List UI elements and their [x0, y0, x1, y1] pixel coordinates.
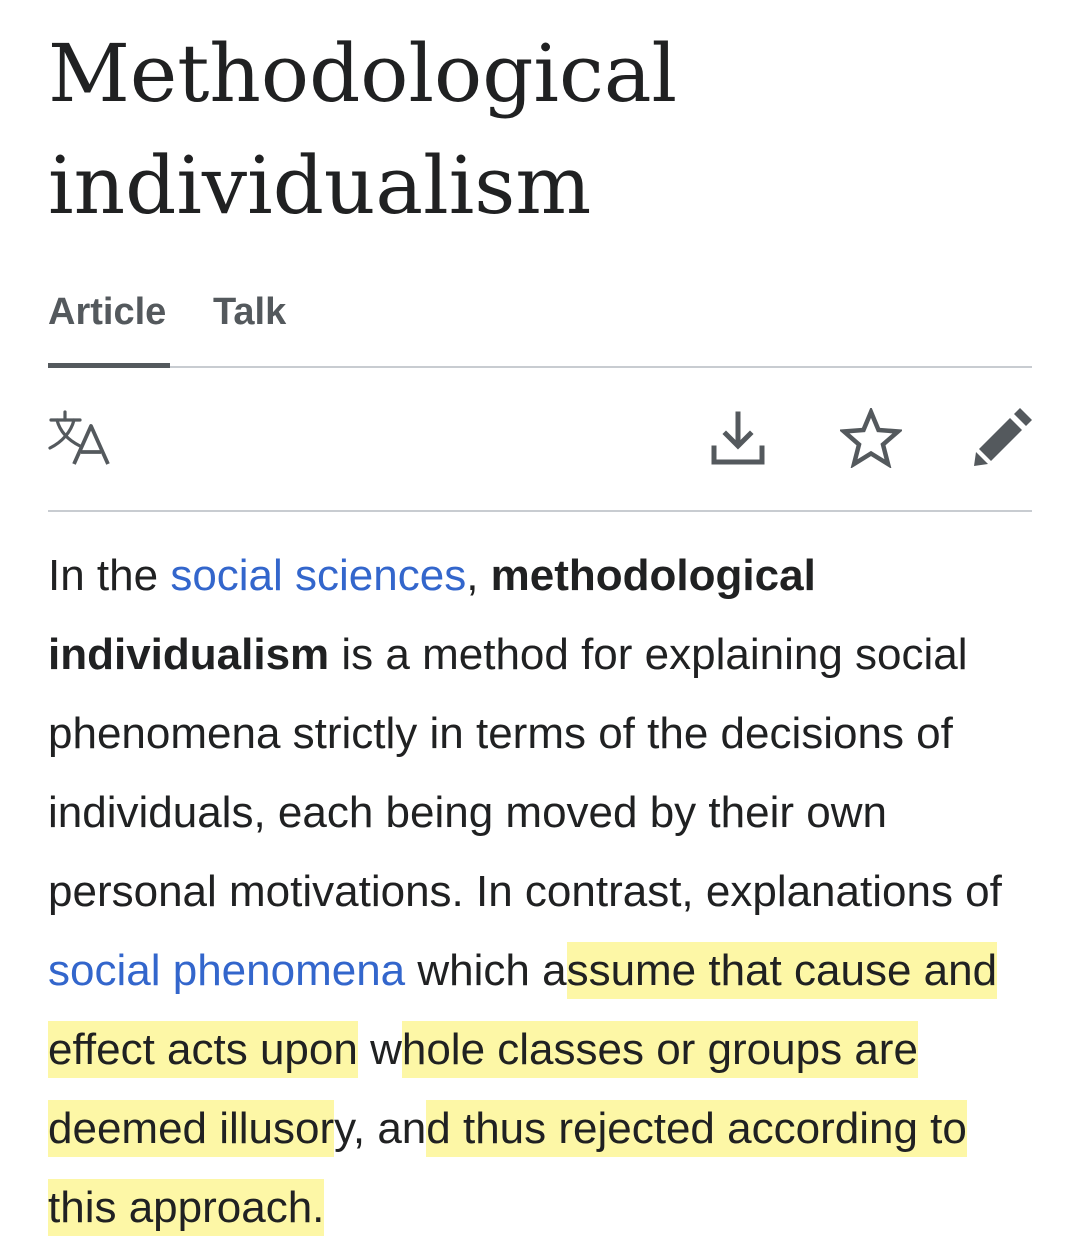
tab-talk[interactable]: Talk — [213, 288, 286, 336]
text-segment: , — [466, 551, 491, 600]
translate-icon[interactable] — [48, 410, 112, 466]
page-title: Methodological individualism — [48, 18, 1038, 242]
page-title-line-1: Methodological — [48, 27, 678, 120]
text-segment: y, an — [334, 1104, 427, 1153]
link-social-phenomena[interactable]: social phenomena — [48, 946, 405, 995]
page-actions-toolbar — [48, 366, 1032, 512]
text-segment: which a — [405, 946, 567, 995]
tab-article[interactable]: Article — [48, 288, 166, 336]
article-lead-paragraph: In the social sciences, methodological i… — [48, 536, 1038, 1247]
download-icon[interactable] — [708, 408, 768, 468]
page-tabs: Article Talk — [48, 282, 1032, 368]
star-icon[interactable] — [838, 406, 904, 469]
link-social-sciences[interactable]: social sciences — [170, 551, 466, 600]
text-segment: w — [357, 1025, 402, 1074]
text-segment: In the — [48, 551, 171, 600]
pencil-icon[interactable] — [972, 408, 1032, 468]
page-title-line-2: individualism — [48, 139, 592, 232]
